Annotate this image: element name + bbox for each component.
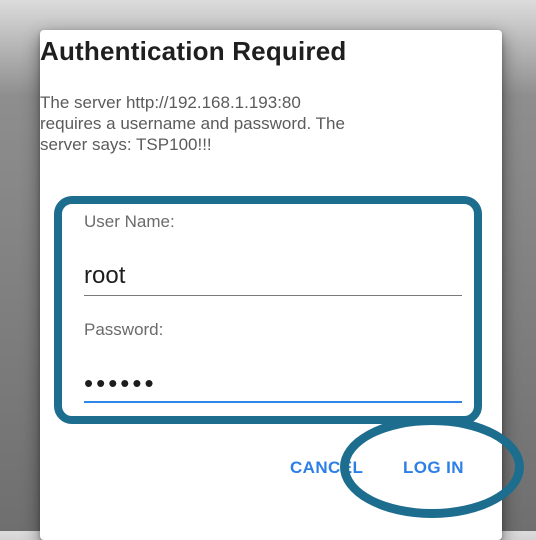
password-label: Password: (84, 320, 164, 339)
dialog-title: Authentication Required (40, 36, 347, 66)
password-field[interactable]: •••••• (84, 368, 157, 399)
login-highlight-oval (340, 416, 524, 518)
password-underline (84, 401, 462, 403)
message-line: requires a username and password. The (40, 114, 345, 133)
username-field[interactable]: root (84, 262, 125, 290)
username-underline (84, 295, 462, 296)
message-line: The server http://192.168.1.193:80 (40, 93, 301, 112)
message-line: server says: TSP100!!! (40, 135, 212, 154)
dialog-message: The server http://192.168.1.193:80 requi… (40, 92, 440, 155)
username-label: User Name: (84, 212, 175, 231)
